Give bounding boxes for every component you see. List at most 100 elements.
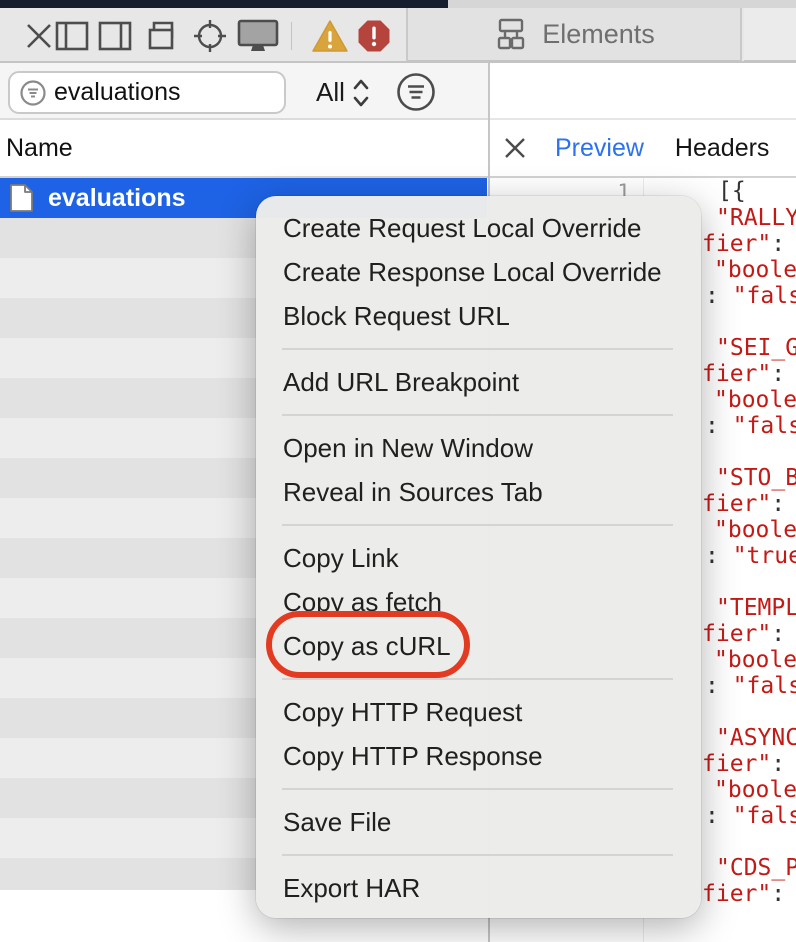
code-line: "SEI_G — [716, 335, 796, 361]
code-segment: fier" — [702, 361, 771, 387]
code-line: "boole — [714, 777, 796, 803]
code-line: "ASYNC — [716, 725, 796, 751]
selected-row-label: evaluations — [48, 184, 186, 213]
resource-type-value: All — [316, 77, 345, 108]
menu-item-create-request-local-override[interactable]: Create Request Local Override — [256, 206, 701, 250]
close-detail-icon[interactable] — [503, 136, 527, 160]
close-icon[interactable] — [21, 8, 57, 63]
menu-item-copy-http-response[interactable]: Copy HTTP Response — [256, 734, 701, 778]
elements-hierarchy-icon — [493, 18, 529, 50]
code-segment: fier" — [702, 621, 771, 647]
code-line: : "fals — [705, 673, 796, 699]
code-segment: fier" — [702, 491, 771, 517]
code-line: fier": — [702, 881, 785, 907]
detail-panel-top — [490, 63, 796, 120]
menu-item-reveal-in-sources-tab[interactable]: Reveal in Sources Tab — [256, 470, 701, 514]
code-segment: "SEI_G — [716, 335, 796, 361]
top-strip-dark — [0, 0, 448, 8]
filter-bar: evaluations All — [0, 63, 488, 120]
menu-item-create-response-local-override[interactable]: Create Response Local Override — [256, 250, 701, 294]
code-line: : "fals — [705, 413, 796, 439]
code-segment: "fals — [719, 413, 796, 439]
code-line: "CDS_P — [716, 855, 796, 881]
code-segment: "STO_B — [716, 465, 796, 491]
menu-item-copy-http-request[interactable]: Copy HTTP Request — [256, 690, 701, 734]
code-segment: : — [705, 803, 719, 829]
resource-type-select[interactable]: All — [316, 71, 370, 114]
column-header-name[interactable]: Name — [0, 120, 488, 178]
toolbar-right-stub — [744, 8, 796, 62]
tab-headers[interactable]: Headers — [675, 134, 770, 163]
code-line: : "fals — [705, 283, 796, 309]
web-inspector-window: Elements evaluations All Name Preview He… — [0, 0, 796, 942]
filter-options-button[interactable] — [396, 72, 436, 112]
code-line: "STO_B — [716, 465, 796, 491]
code-segment: : — [771, 621, 785, 647]
code-segment: : — [771, 751, 785, 777]
toolbar-separator — [291, 22, 292, 50]
code-segment: "boole — [714, 777, 796, 803]
warning-icon[interactable] — [311, 8, 349, 63]
device-monitor-icon[interactable] — [236, 8, 280, 63]
code-segment: "boole — [714, 517, 796, 543]
code-line: : "true — [705, 543, 796, 569]
code-segment: "TEMPL — [716, 595, 796, 621]
code-line: fier": — [702, 361, 785, 387]
menu-item-export-har[interactable]: Export HAR — [256, 866, 701, 910]
menu-separator — [282, 414, 673, 416]
menu-separator — [282, 854, 673, 856]
top-strip-light — [448, 0, 796, 8]
code-segment: : — [771, 881, 785, 907]
dock-left-icon[interactable] — [54, 8, 90, 63]
code-line: fier": — [702, 231, 785, 257]
document-icon — [9, 183, 34, 213]
code-segment: fier" — [702, 231, 771, 257]
code-segment: "boole — [714, 647, 796, 673]
error-icon[interactable] — [355, 8, 393, 63]
code-segment: "fals — [719, 673, 796, 699]
code-segment: : — [705, 283, 719, 309]
menu-item-block-request-url[interactable]: Block Request URL — [256, 294, 701, 338]
code-segment: "CDS_P — [716, 855, 796, 881]
code-segment: "RALLY — [716, 205, 796, 231]
menu-item-add-url-breakpoint[interactable]: Add URL Breakpoint — [256, 360, 701, 404]
tab-preview[interactable]: Preview — [555, 134, 644, 163]
dock-right-icon[interactable] — [97, 8, 133, 63]
code-segment: fier" — [702, 881, 771, 907]
code-segment: "fals — [719, 283, 796, 309]
detail-tabs: Preview Headers Cookies — [490, 120, 796, 178]
code-line: fier": — [702, 621, 785, 647]
code-segment: : — [771, 231, 785, 257]
code-line: "boole — [714, 387, 796, 413]
code-line: : "fals — [705, 803, 796, 829]
code-segment: : — [771, 491, 785, 517]
code-segment: fier" — [702, 751, 771, 777]
cascade-windows-icon[interactable] — [145, 8, 181, 63]
code-segment: : — [705, 673, 719, 699]
filter-icon — [20, 80, 46, 106]
menu-separator — [282, 788, 673, 790]
menu-item-save-file[interactable]: Save File — [256, 800, 701, 844]
tab-elements[interactable]: Elements — [406, 8, 742, 62]
filter-input-value: evaluations — [54, 78, 180, 107]
code-line: "RALLY — [716, 205, 796, 231]
code-segment: : — [705, 543, 719, 569]
code-segment: [{ — [718, 178, 746, 204]
filter-input[interactable]: evaluations — [8, 71, 286, 114]
code-line: "boole — [714, 647, 796, 673]
code-segment: "boole — [714, 257, 796, 283]
menu-separator — [282, 678, 673, 680]
code-line: "TEMPL — [716, 595, 796, 621]
element-picker-icon[interactable] — [192, 8, 228, 63]
tab-elements-label: Elements — [542, 19, 655, 50]
menu-item-copy-link[interactable]: Copy Link — [256, 536, 701, 580]
code-segment: "fals — [719, 803, 796, 829]
menu-item-open-in-new-window[interactable]: Open in New Window — [256, 426, 701, 470]
highlight-circle-annotation — [266, 611, 470, 678]
code-segment: "boole — [714, 387, 796, 413]
code-segment: : — [705, 413, 719, 439]
stepper-chevrons-icon — [352, 76, 370, 110]
code-line: fier": — [702, 751, 785, 777]
code-line: "boole — [714, 517, 796, 543]
code-segment: "true — [719, 543, 796, 569]
